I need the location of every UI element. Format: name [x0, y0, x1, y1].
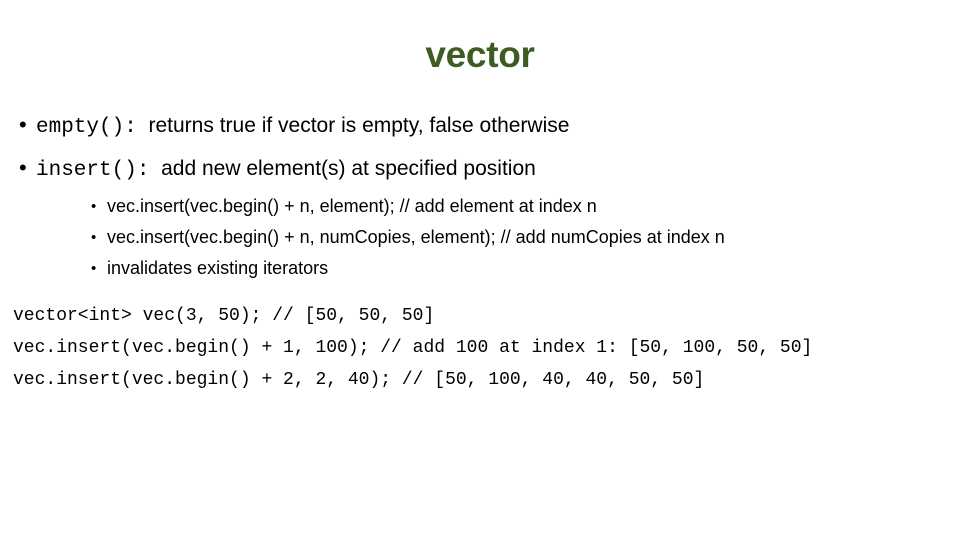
page-title: vector	[425, 34, 535, 75]
method-signature-empty: empty():	[36, 116, 137, 139]
sub-bullet-item: • vec.insert(vec.begin() + n, numCopies,…	[36, 222, 960, 253]
bullet-dot-icon: •	[91, 260, 97, 277]
sub-bullet-text: vec.insert(vec.begin() + n, numCopies, e…	[107, 227, 725, 247]
code-line: vec.insert(vec.begin() + 2, 2, 40); // […	[13, 370, 705, 390]
method-description-empty: returns true if vector is empty, false o…	[148, 114, 570, 137]
slide: vector • empty(): returns true if vector…	[0, 0, 960, 540]
bullet-item-empty: • empty(): returns true if vector is emp…	[0, 108, 960, 144]
bullet-dot-icon: •	[91, 229, 97, 246]
sub-bullet-list: • vec.insert(vec.begin() + n, element); …	[36, 191, 960, 284]
method-description-insert: add new element(s) at specified position	[161, 157, 536, 180]
method-signature-insert: insert():	[36, 159, 150, 182]
code-example-block: vector<int> vec(3, 50); // [50, 50, 50] …	[0, 300, 960, 396]
sub-bullet-item: • invalidates existing iterators	[36, 253, 960, 284]
code-line: vector<int> vec(3, 50); // [50, 50, 50]	[13, 306, 435, 326]
bullet-dot-icon: •	[19, 112, 27, 137]
bullet-dot-icon: •	[19, 155, 27, 180]
code-line: vec.insert(vec.begin() + 1, 100); // add…	[13, 338, 813, 358]
bullet-item-insert: • insert(): add new element(s) at specif…	[0, 151, 960, 284]
sub-bullet-item: • vec.insert(vec.begin() + n, element); …	[36, 191, 960, 222]
top-level-bullet-list: • empty(): returns true if vector is emp…	[0, 108, 960, 284]
sub-bullet-text: vec.insert(vec.begin() + n, element); //…	[107, 196, 597, 216]
slide-body: • empty(): returns true if vector is emp…	[0, 108, 960, 396]
sub-bullet-text: invalidates existing iterators	[107, 258, 329, 278]
bullet-dot-icon: •	[91, 198, 97, 215]
